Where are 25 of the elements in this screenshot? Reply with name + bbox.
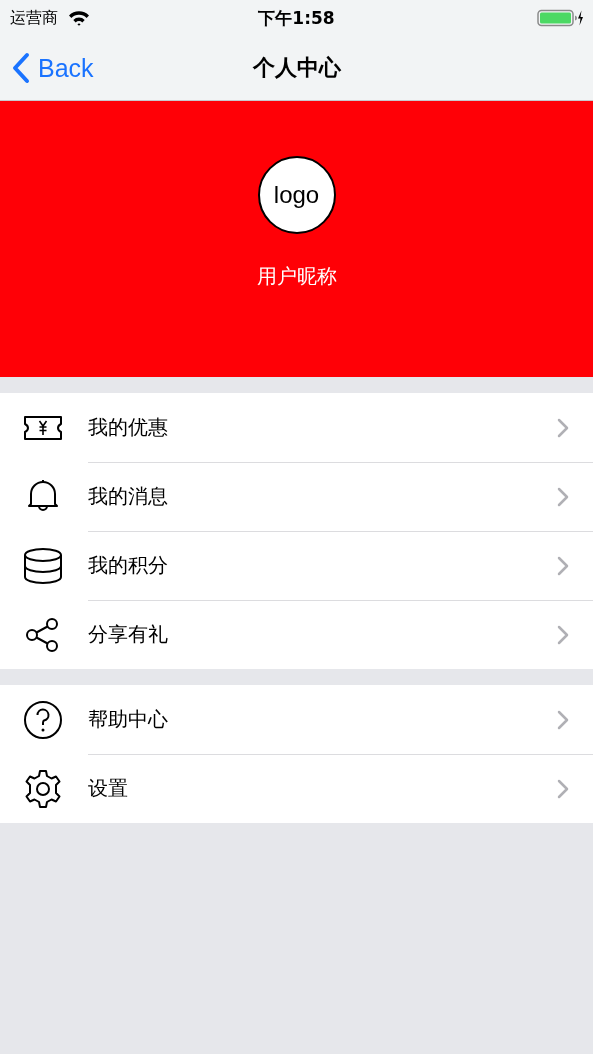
chevron-right-icon bbox=[557, 486, 569, 507]
menu-item[interactable]: 我的优惠 bbox=[0, 393, 593, 462]
status-time: 下午1:58 bbox=[257, 6, 336, 30]
chevron-left-icon bbox=[12, 52, 30, 84]
chevron-right-icon bbox=[557, 555, 569, 576]
help-icon bbox=[23, 699, 63, 740]
menu-item[interactable]: 设置 bbox=[0, 754, 593, 823]
user-nickname: 用户昵称 bbox=[256, 263, 337, 290]
back-button[interactable]: Back bbox=[0, 52, 98, 84]
menu-item[interactable]: 帮助中心 bbox=[0, 685, 593, 754]
carrier-name: 运营商 bbox=[10, 7, 58, 29]
page-title: 个人中心 bbox=[251, 54, 342, 82]
chevron-right-icon bbox=[557, 778, 569, 799]
chevron-right-icon bbox=[557, 624, 569, 645]
logo-avatar: logo bbox=[257, 156, 336, 234]
battery-icon bbox=[537, 9, 583, 27]
ticket-icon bbox=[23, 415, 63, 440]
menu-item[interactable]: 我的消息 bbox=[0, 462, 593, 531]
settings-icon bbox=[23, 768, 63, 809]
wifi-icon bbox=[68, 10, 90, 26]
chevron-right-icon bbox=[557, 417, 569, 438]
chevron-right-icon bbox=[557, 709, 569, 730]
database-icon bbox=[23, 545, 63, 586]
menu-item[interactable]: 我的积分 bbox=[0, 531, 593, 600]
menu-item[interactable]: 分享有礼 bbox=[0, 600, 593, 669]
